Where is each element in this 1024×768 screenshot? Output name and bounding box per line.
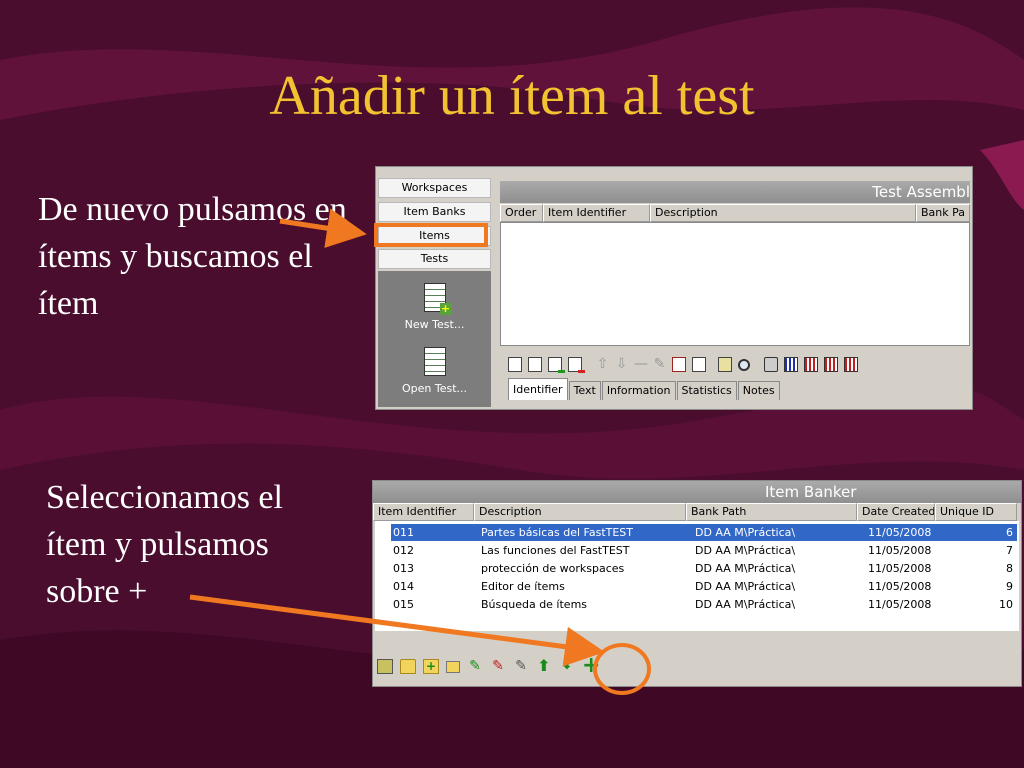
preview-icon[interactable]	[692, 357, 706, 372]
open-test-label: Open Test...	[401, 382, 468, 395]
move-up-icon[interactable]: ⬆	[536, 658, 552, 674]
test-assembler-window: Workspaces Item Banks Items Tests + New …	[375, 166, 973, 410]
column-item-identifier[interactable]: Item Identifier	[543, 204, 650, 222]
column-item-identifier[interactable]: Item Identifier	[373, 503, 474, 521]
graph-icon[interactable]	[784, 357, 798, 372]
instruction-caption-2: Seleccionamos el ítem y pulsamos sobre +	[46, 479, 283, 610]
move-down-icon[interactable]: ⇩	[615, 357, 628, 372]
item-banker-window: Item Banker Item Identifier Description …	[372, 480, 1022, 687]
lock-icon[interactable]	[764, 357, 778, 372]
table-row[interactable]: 015 Búsqueda de ítems DD AA M\Práctica\ …	[391, 596, 1017, 613]
move-up-icon[interactable]: ⇧	[596, 357, 609, 372]
table-row[interactable]: 014 Editor de ítems DD AA M\Práctica\ 11…	[391, 578, 1017, 595]
column-description[interactable]: Description	[474, 503, 686, 521]
item-banker-title: Item Banker	[373, 481, 1021, 503]
nav-workspaces-button[interactable]: Workspaces	[378, 178, 491, 198]
open-test-icon	[423, 347, 446, 376]
column-bank-path[interactable]: Bank Path	[686, 503, 857, 521]
tab-statistics[interactable]: Statistics	[676, 381, 737, 400]
folder-tree-icon[interactable]	[446, 660, 460, 673]
new-test-label: New Test...	[404, 318, 465, 331]
item-bank-list: 011 Partes básicas del FastTEST DD AA M\…	[375, 521, 1019, 631]
open-folder-icon[interactable]	[400, 659, 416, 674]
nav-item-banks-button[interactable]: Item Banks	[378, 202, 491, 222]
brush-icon[interactable]: ✎	[513, 659, 529, 674]
test-items-list[interactable]	[500, 222, 970, 346]
column-date-created[interactable]: Date Created	[857, 503, 935, 521]
item-columns-header: Item Identifier Description Bank Path Da…	[373, 503, 1017, 521]
new-folder-icon[interactable]: +	[423, 659, 439, 674]
column-description[interactable]: Description	[650, 204, 916, 222]
search-icon[interactable]	[738, 358, 750, 371]
remove-document-icon[interactable]	[568, 357, 585, 373]
frequency-chart-icon[interactable]	[844, 357, 858, 372]
document-icon[interactable]	[508, 357, 522, 372]
shortcut-pane: + New Test... Open Test...	[378, 271, 491, 407]
histogram-icon[interactable]	[824, 357, 838, 372]
add-button-highlight-circle	[593, 643, 651, 695]
item-bank-icon[interactable]	[377, 659, 393, 674]
table-row[interactable]: 013 protección de workspaces DD AA M\Prá…	[391, 560, 1017, 577]
detail-tabs: Identifier Text Information Statistics N…	[508, 378, 781, 400]
brush-remove-icon[interactable]: ✎	[490, 659, 506, 674]
tab-text[interactable]: Text	[568, 381, 601, 400]
instruction-caption-1: De nuevo pulsamos en ítems y buscamos el…	[38, 191, 347, 322]
test-assembler-main: Test Assembl Order Item Identifier Descr…	[500, 181, 970, 409]
item-banker-toolbar: + ✎ ✎ ✎ ⬆ ⬇ +	[377, 655, 600, 677]
move-down-icon[interactable]: ⬇	[559, 659, 575, 674]
items-highlight-box	[374, 223, 488, 247]
tab-identifier[interactable]: Identifier	[508, 378, 568, 400]
add-document-icon[interactable]	[548, 357, 565, 373]
column-unique-id[interactable]: Unique ID	[935, 503, 1017, 521]
test-toolbar: ⇧ ⇩ — ✎	[508, 357, 858, 373]
new-test-icon: +	[423, 283, 452, 315]
slide-title: Añadir un ítem al test	[269, 65, 755, 127]
open-test-shortcut[interactable]: Open Test...	[378, 347, 491, 395]
layout-icon[interactable]	[672, 357, 686, 372]
test-assembler-title: Test Assembl	[500, 181, 970, 203]
tab-information[interactable]: Information	[601, 381, 676, 400]
new-test-shortcut[interactable]: + New Test...	[378, 283, 491, 331]
table-row[interactable]: 012 Las funciones del FastTEST DD AA M\P…	[391, 542, 1017, 559]
brush-icon[interactable]: ✎	[653, 357, 666, 372]
statistics-chart-icon[interactable]	[804, 357, 818, 372]
test-columns-header: Order Item Identifier Description Bank P…	[500, 204, 970, 222]
export-icon[interactable]	[718, 357, 732, 372]
column-bank-path[interactable]: Bank Pa	[916, 204, 970, 222]
edit-document-icon[interactable]	[528, 357, 542, 372]
navigation-pane: Workspaces Item Banks Items Tests + New …	[376, 167, 495, 409]
tab-notes[interactable]: Notes	[737, 381, 780, 400]
separator-icon[interactable]: —	[634, 357, 648, 372]
nav-tests-button[interactable]: Tests	[378, 249, 491, 269]
table-row[interactable]: 011 Partes básicas del FastTEST DD AA M\…	[390, 523, 1018, 542]
brush-add-icon[interactable]: ✎	[467, 659, 483, 674]
column-order[interactable]: Order	[500, 204, 543, 222]
